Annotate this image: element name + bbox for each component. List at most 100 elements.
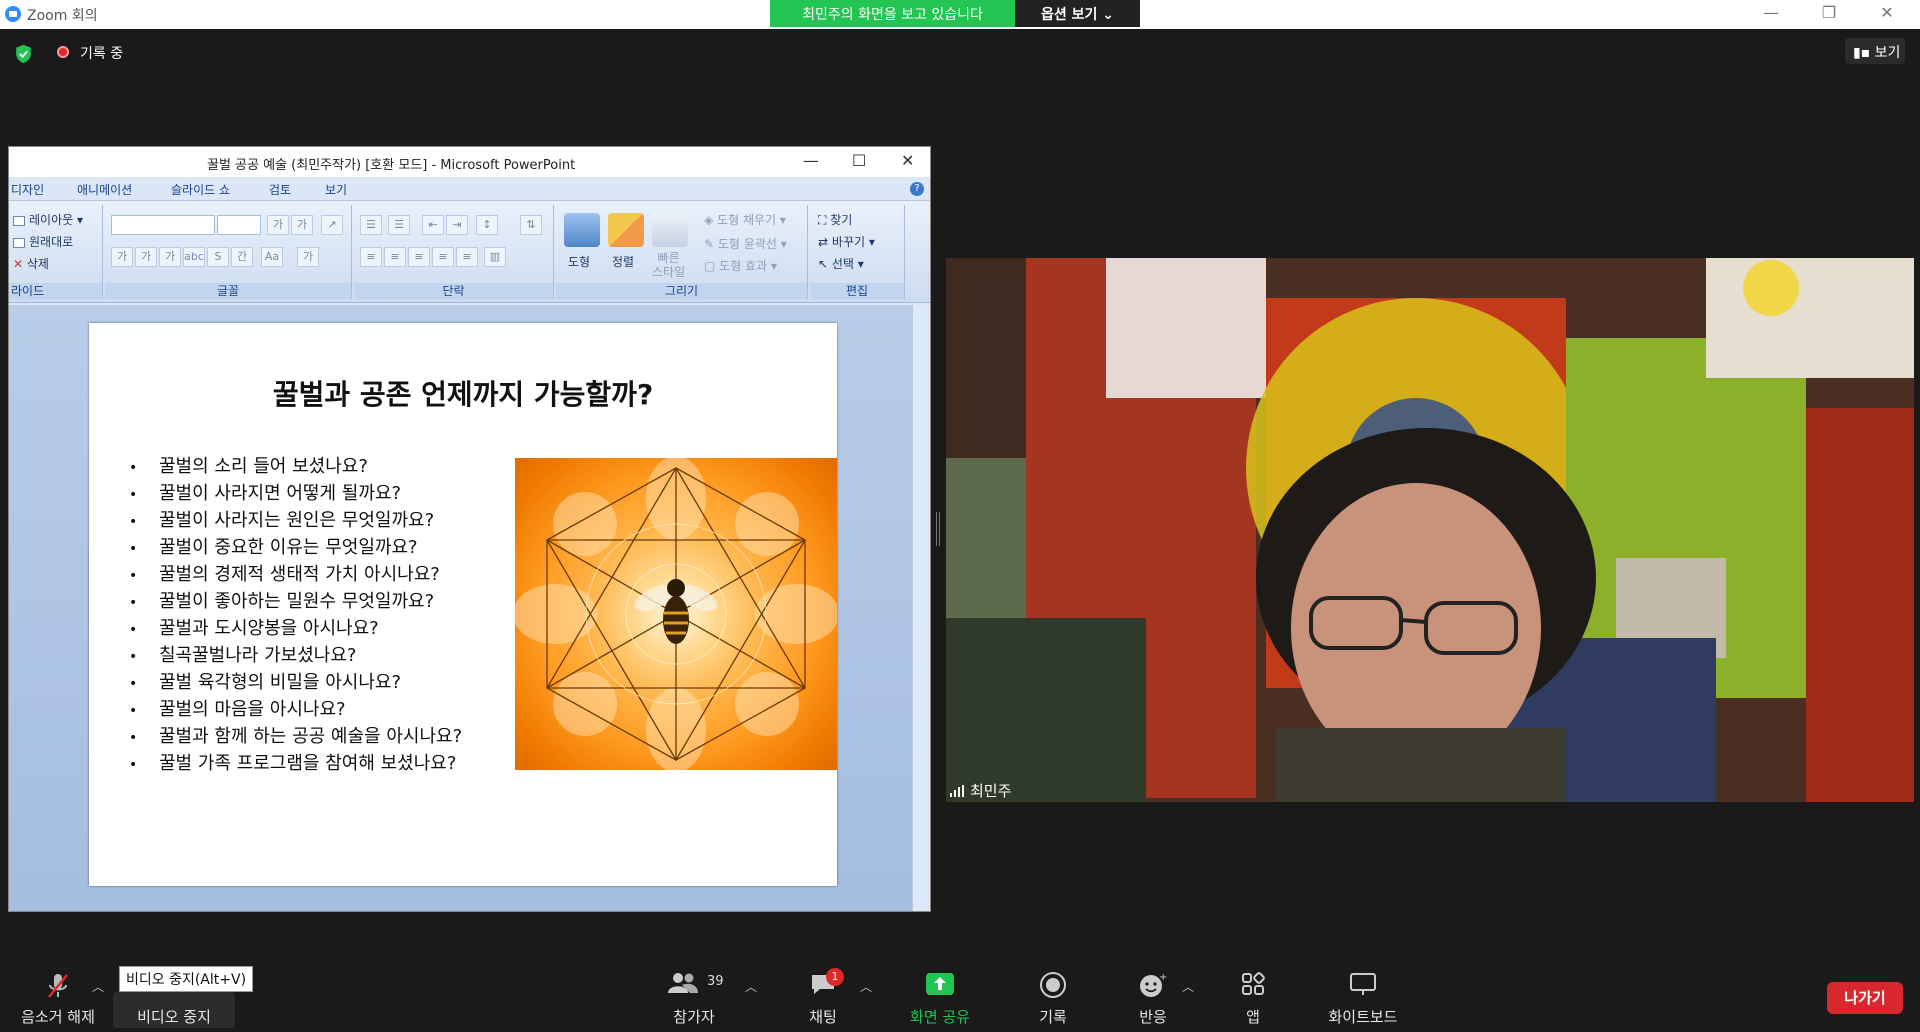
ppt-minimize-icon[interactable]: —	[803, 151, 819, 170]
replace-label: 바꾸기	[831, 235, 865, 249]
leave-meeting-button[interactable]: 나가기	[1827, 982, 1903, 1014]
participants-icon	[668, 973, 698, 993]
participant-name-tag: 최민주	[950, 780, 1011, 801]
strikethrough-icon[interactable]: abc	[183, 247, 205, 267]
align-right-icon[interactable]: ≡	[408, 247, 430, 267]
distribute-icon[interactable]: ≡	[456, 247, 478, 267]
bee-icon	[634, 579, 718, 644]
participants-button[interactable]: 39 참가자	[655, 956, 735, 1032]
zoom-logo-icon	[5, 6, 21, 22]
columns-icon[interactable]: ▥	[484, 247, 506, 267]
quick-styles-label: 빠른 스타일	[652, 251, 686, 279]
shrink-font-icon[interactable]: 가	[291, 215, 313, 235]
bullet-item: 꿀벌과 함께 하는 공공 예술을 아시나요?	[129, 723, 462, 750]
font-color-icon[interactable]: 가	[297, 247, 319, 267]
group-label-font: 글꼴	[105, 283, 351, 299]
font-size-field[interactable]	[217, 215, 261, 235]
group-label-paragraph: 단락	[354, 283, 553, 299]
whiteboard-label: 화이트보드	[1328, 1008, 1398, 1026]
split-view-handle[interactable]	[936, 512, 940, 546]
select-button[interactable]: ↖ 선택 ▾	[818, 255, 864, 272]
underline-icon[interactable]: 가	[159, 247, 181, 267]
participants-caret-icon[interactable]: ︿	[745, 978, 757, 995]
shape-outline-button[interactable]: ✎ 도형 윤곽선 ▾	[704, 235, 787, 252]
delete-slide-button[interactable]: ✕ 삭제	[13, 255, 49, 272]
ppt-maximize-icon[interactable]: ☐	[852, 151, 866, 170]
find-button[interactable]: ⛶ 찾기	[818, 211, 852, 228]
align-center-icon[interactable]: ≡	[384, 247, 406, 267]
numbering-icon[interactable]: ☰	[388, 215, 410, 235]
participant-name: 최민주	[970, 782, 1012, 800]
bold-icon[interactable]: 가	[111, 247, 133, 267]
bullets-icon[interactable]: ☰	[360, 215, 382, 235]
recording-label[interactable]: 기록 중	[80, 43, 123, 63]
bullet-item: 꿀벌의 마음을 아시나요?	[129, 696, 462, 723]
slide[interactable]: 꿀벌과 공존 언제까지 가능할까? 꿀벌의 소리 들어 보셨나요? 꿀벌이 사라…	[89, 323, 837, 886]
quick-styles-icon[interactable]	[652, 213, 688, 247]
chat-button[interactable]: 1 채팅	[783, 956, 863, 1032]
shadow-icon[interactable]: S	[207, 247, 229, 267]
minimize-icon[interactable]: —	[1756, 3, 1786, 25]
bullet-item: 꿀벌의 경제적 생태적 가치 아시나요?	[129, 561, 462, 588]
help-icon[interactable]: ?	[910, 182, 924, 196]
text-direction-icon[interactable]: ⇅	[520, 215, 542, 235]
decrease-indent-icon[interactable]: ⇤	[422, 215, 444, 235]
participant-video[interactable]	[946, 258, 1914, 802]
slide-scrollbar[interactable]	[912, 305, 924, 911]
grow-font-icon[interactable]: 가	[267, 215, 289, 235]
ribbon-group-drawing: 도형 정렬 빠른 스타일 ◈ 도형 채우기 ▾ ✎ 도형 윤곽선 ▾ ▢ 도형 …	[556, 205, 808, 299]
justify-icon[interactable]: ≡	[432, 247, 454, 267]
stop-video-label: 비디오 중지	[137, 1008, 211, 1026]
shared-powerpoint-window: 꿀벌 공공 예술 (최민주작가) [호환 모드] - Microsoft Pow…	[8, 146, 931, 912]
video-feed-image	[946, 258, 1914, 802]
tab-design[interactable]: 디자인	[11, 181, 44, 198]
change-case-icon[interactable]: Aa	[261, 247, 283, 267]
shape-fill-label: 도형 채우기	[717, 213, 777, 227]
view-options-button[interactable]: 옵션 보기 ⌄	[1015, 0, 1140, 27]
ppt-close-icon[interactable]: ✕	[901, 151, 914, 170]
tab-review[interactable]: 검토	[269, 181, 291, 198]
bullet-item: 꿀벌 가족 프로그램을 참여해 보셨나요?	[129, 750, 462, 777]
reactions-label: 반응	[1139, 1008, 1167, 1026]
italic-icon[interactable]: 가	[135, 247, 157, 267]
line-spacing-icon[interactable]: ↕	[476, 215, 498, 235]
share-screen-icon	[926, 973, 954, 995]
encryption-shield-icon[interactable]	[14, 44, 33, 64]
slide-editing-area: 꿀벌과 공존 언제까지 가능할까? 꿀벌의 소리 들어 보셨나요? 꿀벌이 사라…	[9, 305, 922, 911]
shapes-icon[interactable]	[564, 213, 600, 247]
char-spacing-icon[interactable]: 간	[231, 247, 253, 267]
window-title: Zoom 회의	[27, 8, 98, 24]
chat-caret-icon[interactable]: ︿	[860, 978, 872, 995]
cursor-icon: ↖	[818, 257, 832, 271]
share-screen-button[interactable]: 화면 공유	[900, 956, 980, 1032]
layout-button[interactable]: 레이아웃 ▾	[13, 211, 83, 228]
share-status: 최민주의 화면을 보고 있습니다	[770, 0, 1015, 27]
whiteboard-button[interactable]: 화이트보드	[1318, 956, 1408, 1032]
font-name-field[interactable]	[111, 215, 215, 235]
shapes-label: 도형	[568, 255, 591, 269]
tab-slideshow[interactable]: 슬라이드 쇼	[171, 181, 230, 198]
align-left-icon[interactable]: ≡	[360, 247, 382, 267]
record-label: 기록	[1039, 1008, 1067, 1026]
record-button[interactable]: 기록	[1013, 956, 1093, 1032]
increase-indent-icon[interactable]: ⇥	[446, 215, 468, 235]
reset-button[interactable]: 원래대로	[13, 233, 73, 250]
shape-effects-button[interactable]: ▢ 도형 효과 ▾	[704, 257, 777, 274]
apps-button[interactable]: 앱	[1213, 956, 1293, 1032]
view-button[interactable]: ▮▪ 보기	[1845, 38, 1905, 64]
replace-button[interactable]: ⇄ 바꾸기 ▾	[818, 233, 875, 250]
reactions-button[interactable]: + 반응	[1113, 956, 1193, 1032]
audio-options-caret-icon[interactable]: ︿	[92, 978, 104, 995]
close-icon[interactable]: ✕	[1872, 3, 1902, 25]
slide-bullet-list: 꿀벌의 소리 들어 보셨나요? 꿀벌이 사라지면 어떻게 될까요? 꿀벌이 사라…	[129, 453, 462, 777]
svg-text:+: +	[1159, 972, 1167, 983]
participant-count: 39	[707, 974, 724, 989]
replace-icon: ⇄	[818, 235, 832, 249]
reactions-caret-icon[interactable]: ︿	[1182, 978, 1194, 995]
tab-animation[interactable]: 애니메이션	[77, 181, 132, 198]
shape-fill-button[interactable]: ◈ 도형 채우기 ▾	[704, 211, 786, 228]
clear-format-icon[interactable]: ↗	[321, 215, 343, 235]
restore-icon[interactable]: ❐	[1814, 3, 1844, 25]
tab-view[interactable]: 보기	[325, 181, 347, 198]
arrange-icon[interactable]	[608, 213, 644, 247]
